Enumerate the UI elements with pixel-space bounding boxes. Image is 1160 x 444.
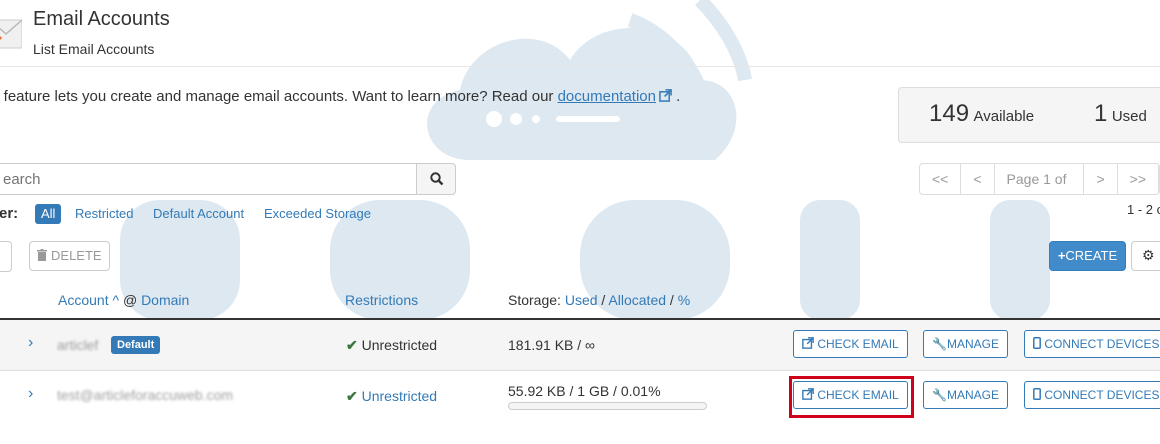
intro-body: s feature lets you create and manage ema… — [0, 88, 558, 105]
restriction-label: Unrestricted — [361, 337, 438, 353]
storage-header-label: Storage: — [508, 292, 561, 308]
trash-icon — [37, 249, 48, 261]
intro-text: s feature lets you create and manage ema… — [0, 88, 680, 105]
connect-devices-button[interactable]: CONNECT DEVICES — [1024, 330, 1160, 358]
manage-label: MANAGE — [946, 388, 999, 402]
sort-up-icon: ^ — [112, 292, 120, 308]
header-divider — [0, 66, 1160, 67]
expand-row-icon[interactable]: › — [28, 385, 33, 403]
checkmark-icon: ✔ — [346, 337, 358, 353]
external-link-icon — [659, 89, 672, 102]
delete-label: DELETE — [51, 248, 102, 263]
storage-usage-bar — [508, 402, 707, 410]
documentation-link[interactable]: documentation — [558, 88, 656, 105]
restrictions-column-header[interactable]: Restrictions — [345, 292, 418, 308]
manage-label: MANAGE — [946, 337, 999, 351]
account-column-header[interactable]: Account ^ @ Domain — [58, 292, 189, 308]
prev-page-button[interactable]: < — [961, 164, 995, 194]
connect-devices-label: CONNECT DEVICES — [1044, 388, 1160, 402]
account-name: articlef — [57, 337, 99, 353]
storage-column-header: Storage: Used / Allocated / % — [508, 292, 690, 308]
used-label: Used — [1111, 108, 1147, 125]
storage-header-sep: / — [669, 292, 674, 308]
filter-default-account[interactable]: Default Account — [153, 206, 244, 221]
email-accounts-page: Email Accounts List Email Accounts s fea… — [0, 0, 1160, 444]
page-select-label: Page 1 of 1 — [1006, 171, 1067, 187]
wrench-icon: 🔧 — [932, 388, 947, 402]
create-button[interactable]: +CREATE — [1049, 241, 1126, 271]
sort-allocated-link[interactable]: Allocated — [608, 292, 666, 308]
delete-button[interactable]: DELETE — [29, 241, 110, 271]
at-symbol: @ — [122, 292, 138, 308]
manage-button[interactable]: 🔧MANAGE — [923, 381, 1008, 409]
settings-dropdown-button[interactable]: ⚙ — [1131, 241, 1160, 271]
search-icon — [430, 172, 444, 186]
filter-label: ter: — [0, 205, 19, 222]
last-page-button[interactable]: >> — [1118, 164, 1159, 194]
storage-header-sep: / — [601, 292, 606, 308]
page-title: Email Accounts — [33, 8, 170, 30]
restriction-status: ✔ Unrestricted — [346, 337, 437, 354]
intro-end: . — [676, 88, 681, 105]
checkmark-icon: ✔ — [346, 388, 358, 404]
filter-restricted[interactable]: Restricted — [75, 206, 134, 221]
used-stat: 1 Used — [1094, 100, 1147, 128]
account-stats-panel: 149 Available 1 Used — [898, 87, 1160, 143]
mobile-icon — [1033, 388, 1041, 400]
check-email-button[interactable]: CHECK EMAIL — [793, 330, 908, 358]
restriction-status: ✔ Unrestricted — [346, 388, 437, 405]
sort-percent-link[interactable]: % — [678, 292, 690, 308]
create-label: CREATE — [1065, 248, 1118, 263]
filter-exceeded-storage[interactable]: Exceeded Storage — [264, 206, 371, 221]
page-subtitle: List Email Accounts — [33, 41, 155, 57]
available-label: Available — [973, 108, 1035, 125]
search-button[interactable] — [416, 163, 456, 195]
external-link-icon — [802, 337, 814, 349]
connect-devices-button[interactable]: CONNECT DEVICES — [1024, 381, 1160, 409]
storage-value: 55.92 KB / 1 GB / 0.01% — [508, 383, 661, 399]
mobile-icon — [1033, 337, 1041, 349]
account-name: test@articleforaccuweb.com — [57, 387, 234, 403]
envelope-icon — [0, 19, 22, 49]
storage-value: 181.91 KB / ∞ — [508, 337, 596, 353]
manage-button[interactable]: 🔧MANAGE — [923, 330, 1008, 358]
first-page-button[interactable]: << — [920, 164, 962, 194]
sort-used-link[interactable]: Used — [565, 292, 598, 308]
default-badge: Default — [111, 336, 161, 354]
highlight-box — [789, 376, 914, 418]
wrench-icon: 🔧 — [932, 337, 947, 351]
page-select[interactable]: Page 1 of 1 ▼ — [995, 164, 1085, 194]
used-count: 1 — [1094, 100, 1108, 127]
account-header-label: Account — [58, 292, 109, 308]
expand-row-icon[interactable]: › — [28, 334, 33, 352]
available-count: 149 — [929, 100, 970, 127]
connect-devices-label: CONNECT DEVICES — [1044, 337, 1160, 351]
available-stat: 149 Available — [929, 100, 1034, 128]
results-range: 1 - 2 o — [1127, 202, 1160, 217]
gear-icon: ⚙ — [1142, 247, 1155, 263]
select-all-button[interactable] — [0, 241, 12, 272]
pagination: << < Page 1 of 1 ▼ > >> — [919, 163, 1160, 195]
restriction-link[interactable]: Unrestricted — [362, 388, 437, 404]
next-page-button[interactable]: > — [1084, 164, 1118, 194]
search-input[interactable] — [0, 163, 416, 195]
check-email-label: CHECK EMAIL — [817, 337, 899, 351]
filter-all[interactable]: All — [35, 204, 62, 224]
domain-header-label: Domain — [141, 292, 190, 308]
